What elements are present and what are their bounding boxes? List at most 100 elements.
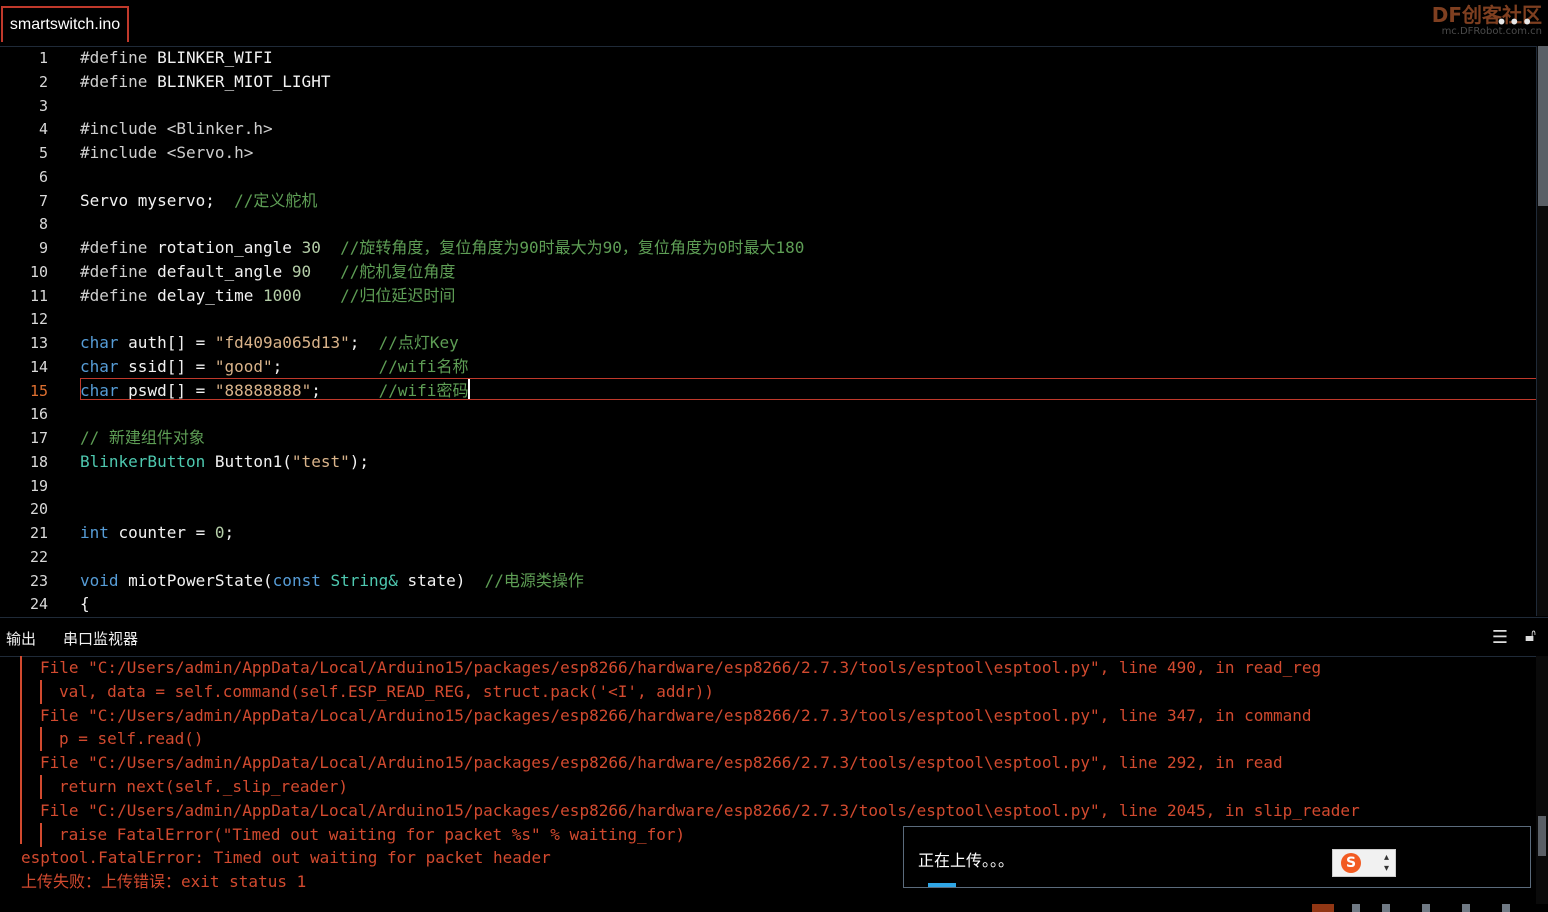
line-number: 16 [29, 405, 48, 424]
indent-guide [40, 775, 42, 799]
code-token: #define [80, 261, 158, 281]
indent-guide [40, 822, 42, 847]
code-text: int counter = 0; [80, 521, 234, 545]
code-token: char [80, 333, 129, 352]
code-line: 10 #define default_angle 90 //舵机复位角度 [0, 260, 1536, 284]
output-line: File "C:/Users/admin/AppData/Local/Ardui… [40, 800, 1360, 820]
code-token: default_angle [157, 261, 292, 281]
output-line: 上传失败：上传错误：exit status 1 [21, 872, 307, 892]
output-line: esptool.FatalError: Timed out waiting fo… [21, 848, 551, 868]
line-number: 3 [38, 96, 48, 115]
code-editor[interactable]: 1 #define BLINKER_WIFI 2 #define BLINKER_MI… [0, 46, 1536, 616]
code-text: #define BLINKER_WIFI [80, 46, 273, 70]
code-token: String& [330, 570, 408, 590]
code-token: "test" [291, 451, 350, 471]
line-number: 15 [29, 381, 48, 400]
code-token: <Blinker.h> [166, 119, 273, 139]
code-token: void [80, 570, 129, 590]
output-line: File "C:/Users/admin/AppData/Local/Ardui… [40, 753, 1283, 773]
code-token: ); [349, 451, 369, 471]
ime-toolbar[interactable]: S ▴ ▾ [1332, 849, 1396, 877]
code-token: #define [80, 48, 158, 67]
code-token: Servo myservo; [80, 190, 235, 210]
code-text: #define rotation_angle 30 //旋转角度，复位角度为90… [80, 236, 804, 260]
line-number: 18 [29, 452, 48, 471]
code-token: #include [80, 143, 167, 162]
output-line: p = self.read() [59, 729, 204, 749]
editor-scrollbar-thumb[interactable] [1538, 46, 1548, 206]
upload-status-text: 正在上传。。。 [918, 851, 1015, 870]
line-number: 6 [38, 167, 48, 186]
code-token: //归位延迟时间 [301, 285, 456, 305]
tab-smartswitch-ino[interactable]: smartswitch.ino [1, 6, 129, 42]
code-token: //点灯Key [378, 333, 459, 352]
code-token: BlinkerButton [80, 451, 215, 471]
tab-output[interactable]: 输出 [6, 628, 36, 649]
output-scrollbar[interactable] [1536, 656, 1548, 912]
code-token: #define [80, 238, 158, 257]
code-token: #define [80, 285, 158, 305]
code-token: //wifi名称 [378, 356, 469, 376]
code-text: // 新建组件对象 [80, 426, 205, 450]
line-number: 11 [29, 286, 48, 305]
line-number: 4 [38, 120, 48, 139]
output-scrollbar-thumb[interactable] [1538, 816, 1546, 856]
code-line: 22 [0, 545, 1536, 569]
code-token: ; [224, 523, 235, 542]
taskbar-strip [0, 904, 1548, 912]
code-token: //电源类操作 [484, 570, 584, 590]
code-text: #include <Servo.h> [80, 141, 253, 165]
code-text: void miotPowerState(const String& state)… [80, 569, 584, 593]
code-line: 24 { [0, 592, 1536, 616]
upload-notification: 正在上传。。。 S ▴ ▾ [903, 826, 1531, 888]
code-token: counter = [118, 523, 215, 542]
line-number: 1 [38, 49, 48, 67]
code-token: ; [349, 333, 379, 352]
code-line: 23 void miotPowerState(const String& stat… [0, 569, 1536, 593]
line-number: 12 [29, 310, 48, 329]
output-panel-header: 输出 串口监视器 ☰ 🔓︎ [0, 617, 1548, 657]
code-text: { [80, 592, 90, 616]
output-line: File "C:/Users/admin/AppData/Local/Ardui… [40, 705, 1312, 725]
code-line: 17 // 新建组件对象 [0, 426, 1536, 450]
code-token: ; [272, 356, 379, 376]
output-line: return next(self._slip_reader) [59, 777, 348, 796]
code-text: char auth[] = "fd409a065d13"; //点灯Key [80, 331, 459, 355]
code-token: "fd409a065d13" [214, 333, 350, 352]
code-token: delay_time [157, 285, 264, 305]
tab-serial-monitor[interactable]: 串口监视器 [63, 628, 138, 649]
code-token: #define [80, 71, 158, 91]
code-token: 1000 [263, 285, 302, 305]
code-token: 0 [214, 523, 225, 542]
code-text: #define delay_time 1000 //归位延迟时间 [80, 284, 455, 308]
code-line: 2 #define BLINKER_MIOT_LIGHT [0, 70, 1536, 94]
line-number: 17 [29, 429, 48, 447]
unlock-icon[interactable]: 🔓︎ [1525, 626, 1536, 646]
line-number: 21 [29, 524, 48, 542]
output-line: raise FatalError("Timed out waiting for … [59, 824, 686, 844]
code-token: <Servo.h> [166, 143, 254, 162]
sogou-ime-icon: S [1341, 853, 1361, 873]
line-number: 19 [29, 476, 48, 495]
more-horizontal-icon[interactable]: ••• [1496, 10, 1534, 34]
code-token: state) [407, 570, 485, 590]
code-token: auth[] = [128, 333, 215, 352]
code-line: 4 #include <Blinker.h> [0, 117, 1536, 141]
line-number: 24 [29, 595, 48, 614]
code-token: ssid[] = [128, 356, 215, 376]
code-line: 20 [0, 497, 1536, 521]
code-text: Servo myservo; //定义舵机 [80, 189, 317, 213]
code-token: { [80, 594, 90, 614]
code-text: #define default_angle 90 //舵机复位角度 [80, 260, 455, 284]
code-line: 21 int counter = 0; [0, 521, 1536, 545]
code-token: const [272, 570, 331, 590]
code-token: //舵机复位角度 [311, 261, 456, 281]
line-number: 23 [29, 571, 48, 590]
code-line: 6 [0, 165, 1536, 189]
code-line: 16 [0, 402, 1536, 426]
code-line: 9 #define rotation_angle 30 //旋转角度，复位角度为9… [0, 236, 1536, 260]
code-line: 13 char auth[] = "fd409a065d13"; //点灯Key [0, 331, 1536, 355]
list-icon[interactable]: ☰ [1492, 627, 1508, 648]
editor-scrollbar[interactable] [1536, 46, 1548, 616]
line-number: 5 [38, 144, 48, 162]
